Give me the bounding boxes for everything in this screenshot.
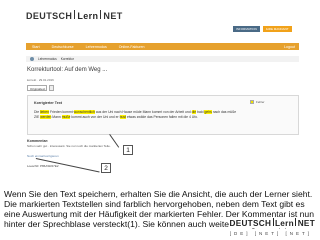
- error-highlight[interactable]: gehs: [204, 110, 212, 114]
- logo-part-net: NET: [103, 11, 123, 21]
- panel-title: Korrigierter Text: [34, 101, 62, 105]
- error-highlight[interactable]: werden: [40, 114, 52, 119]
- site-logo[interactable]: DEUTSCH Lern NET: [26, 10, 123, 21]
- logo-separator: [272, 218, 274, 226]
- footer-logo-subtitle: [DE] [NET] [NET]: [229, 231, 312, 236]
- breadcrumb: Lehrermodus Korrektur: [26, 56, 299, 62]
- logo-part-lern: Lern: [77, 11, 99, 21]
- footer-logo-lern: Lern: [274, 219, 294, 228]
- breadcrumb-korrektur[interactable]: Korrektur: [61, 57, 74, 61]
- text-view-select[interactable]: Originaltext: [27, 85, 47, 91]
- logo-part-deutsch: DEUTSCH: [26, 11, 73, 21]
- home-icon[interactable]: [30, 57, 34, 61]
- logo-separator: [295, 218, 297, 226]
- text-segment: kommt auch von der Uni und er: [70, 114, 120, 119]
- comment-text: Schon sehr gut · interessant. Sie nur no…: [27, 144, 111, 148]
- screenshot-area: DEUTSCH Lern NET INFORMATION IHRE MANDAN…: [0, 0, 320, 183]
- text-segment: Frieden kommt: [49, 110, 74, 114]
- nav-item-lehrermodus[interactable]: Lehrermodus: [86, 45, 107, 49]
- error-legend: Fehler: [250, 100, 265, 104]
- text-segment: aus der Uni nach Hause müde Mann kommt v…: [94, 110, 191, 114]
- logo-separator: [74, 10, 76, 19]
- error-highlight[interactable]: lieben: [40, 110, 50, 114]
- comment-label: Kommentar:: [27, 139, 49, 143]
- submission-code: Loesch0: P86ASR27E2: [27, 164, 59, 168]
- footer-logo-deutsch: DEUTSCH: [229, 219, 272, 228]
- main-navigation: Start Deutschkurse Lehrermodus Online-Fa…: [26, 43, 299, 50]
- nav-item-deutschkurse[interactable]: Deutschkurse: [52, 45, 74, 49]
- nav-item-start[interactable]: Start: [32, 45, 40, 49]
- top-buttons: INFORMATION IHRE MANDANT: [233, 26, 292, 32]
- callout-badge-1: 1: [123, 145, 133, 155]
- legend-swatch: [250, 100, 254, 104]
- corrected-text: Die lieben Frieden kommt wunschentlich a…: [34, 110, 239, 120]
- text-segment: etwas zwilde das Personen fallen mit die…: [126, 114, 198, 119]
- breadcrumb-lehrermodus[interactable]: Lehrermodus: [38, 57, 57, 61]
- page-title: Korrekturtool: Auf dem Weg ...: [27, 67, 108, 73]
- correct-again-link[interactable]: Noch einmal korrigieren: [27, 154, 59, 158]
- logout-link[interactable]: Logout: [284, 45, 295, 49]
- logo-separator: [100, 10, 102, 19]
- chevron-down-icon[interactable]: [49, 85, 54, 91]
- error-highlight[interactable]: wunschentlich: [73, 110, 95, 114]
- footer-logo: DEUTSCH Lern NET: [229, 218, 315, 228]
- information-button[interactable]: INFORMATION: [233, 26, 260, 32]
- nav-item-online-fakturen[interactable]: Online-Fakturen: [119, 45, 145, 49]
- text-segment: Mann: [51, 114, 62, 119]
- corrected-text-panel: Korrigierter Text Fehler Die lieben Frie…: [27, 95, 299, 135]
- submission-date: korrekt · 29.01.2016: [27, 78, 54, 82]
- footer-logo-net: NET: [297, 219, 315, 228]
- legend-label: Fehler: [256, 100, 265, 104]
- mandant-button[interactable]: IHRE MANDANT: [262, 26, 292, 32]
- callout-badge-2: 2: [101, 163, 111, 173]
